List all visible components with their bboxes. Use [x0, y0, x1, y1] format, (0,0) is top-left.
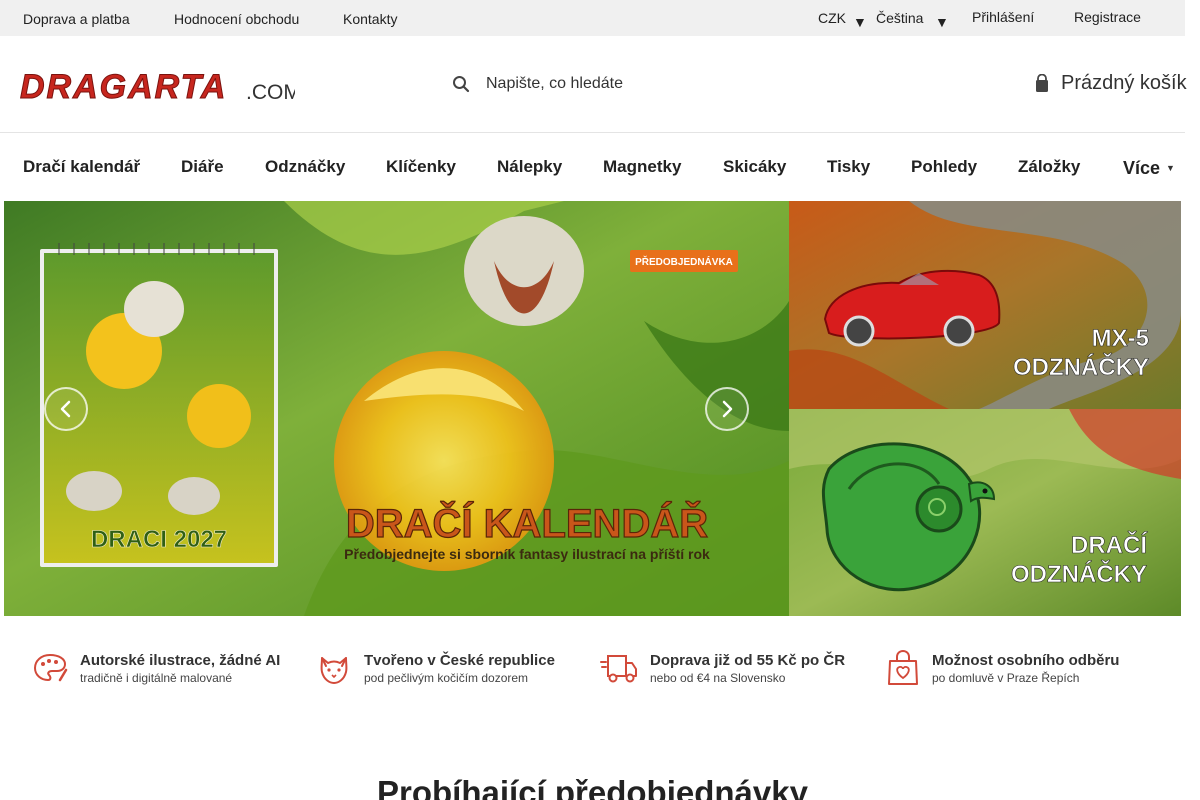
benefit-title: Doprava již od 55 Kč po ČR: [650, 651, 846, 669]
logo-text: DRAGARTA: [20, 68, 227, 106]
chevron-right-icon: [722, 400, 733, 418]
nav-item-diaries[interactable]: Diáře: [181, 157, 224, 177]
nav-item-stickers[interactable]: Nálepky: [497, 157, 562, 177]
slider-next-button[interactable]: [705, 387, 749, 431]
hero-banner-dragon-calendar[interactable]: DRACI 2027 PŘEDOBJEDNÁVKA DRAČÍ KALENDÁŘ…: [4, 201, 789, 616]
hero-title: DRAČÍ KALENDÁŘ: [346, 500, 708, 546]
benefit-title: Tvořeno v České republice: [364, 651, 555, 669]
preorder-badge-text: PŘEDOBJEDNÁVKA: [635, 255, 733, 268]
login-link[interactable]: Přihlášení: [972, 9, 1034, 25]
cart-icon: [1036, 73, 1048, 92]
topbar-link-shop-reviews[interactable]: Hodnocení obchodu: [174, 11, 299, 27]
nav-more-chevron-down-icon[interactable]: ▼: [1166, 163, 1175, 173]
benefit-title: Autorské ilustrace, žádné AI: [80, 651, 281, 669]
language-selector[interactable]: Čeština: [876, 10, 923, 26]
top-bar: Doprava a platba Hodnocení obchodu Konta…: [0, 0, 1185, 36]
banner-dragon-pins[interactable]: DRAČÍ ODZNÁČKY: [789, 409, 1181, 616]
benefit-personal-pickup: Možnost osobního odběru po domluvě v Pra…: [886, 648, 1119, 688]
benefit-shipping: Doprava již od 55 Kč po ČR nebo od €4 na…: [600, 648, 845, 688]
slider-prev-button[interactable]: [44, 387, 88, 431]
nav-item-dragon-calendar[interactable]: Dračí kalendář: [23, 157, 140, 177]
nav-item-keychains[interactable]: Klíčenky: [386, 157, 456, 177]
cart-button[interactable]: Prázdný košík: [1035, 72, 1187, 95]
banner-mx5-pins[interactable]: MX-5 ODZNÁČKY: [789, 201, 1181, 409]
language-chevron-down-icon[interactable]: ▼: [935, 14, 949, 30]
benefit-subtitle: po domluvě v Praze Řepích: [932, 670, 1080, 685]
nav-item-prints[interactable]: Tisky: [827, 157, 870, 177]
search-icon[interactable]: [452, 75, 470, 93]
mx5-line2: ODZNÁČKY: [1013, 353, 1149, 381]
topbar-link-contacts[interactable]: Kontakty: [343, 11, 397, 27]
cat-icon: [320, 657, 348, 684]
header-divider: [0, 132, 1185, 133]
nav-item-sketchbooks[interactable]: Skicáky: [723, 157, 786, 177]
nav-item-bookmarks[interactable]: Záložky: [1018, 157, 1080, 177]
site-logo[interactable]: DRAGARTA .COM: [20, 66, 301, 107]
benefit-made-in-cz: Tvořeno v České republice pod pečlivým k…: [316, 648, 555, 688]
benefit-subtitle: pod pečlivým kočičím dozorem: [364, 670, 529, 685]
benefit-subtitle: tradičně i digitálně malované: [80, 670, 233, 685]
currency-chevron-down-icon[interactable]: ▼: [853, 14, 867, 30]
nav-item-postcards[interactable]: Pohledy: [911, 157, 977, 177]
nav-item-magnets[interactable]: Magnetky: [603, 157, 681, 177]
benefit-title: Možnost osobního odběru: [932, 651, 1120, 669]
palette-icon: [33, 653, 68, 682]
mx5-line1: MX-5: [1092, 325, 1149, 352]
hero-subtitle: Předobjednejte si sborník fantasy ilustr…: [344, 546, 710, 562]
search-bar[interactable]: [452, 70, 786, 98]
dragon-pins-line2: ODZNÁČKY: [1011, 560, 1147, 588]
benefit-subtitle: nebo od €4 na Slovensko: [650, 670, 786, 685]
shopping-bag-heart-icon: [888, 649, 918, 685]
dragon-pins-line1: DRAČÍ: [1071, 531, 1148, 559]
calendar-title: DRACI 2027: [91, 526, 227, 553]
cart-label: Prázdný košík: [1061, 72, 1187, 94]
search-input[interactable]: [486, 75, 786, 93]
register-link[interactable]: Registrace: [1074, 9, 1141, 25]
chevron-left-icon: [60, 400, 71, 418]
nav-item-pins[interactable]: Odznáčky: [265, 157, 345, 177]
nav-item-more[interactable]: Více: [1123, 158, 1160, 179]
topbar-link-shipping-payment[interactable]: Doprava a platba: [23, 11, 130, 27]
delivery-truck-icon: [600, 655, 637, 683]
benefit-original-art: Autorské ilustrace, žádné AI tradičně i …: [32, 648, 280, 688]
currency-selector[interactable]: CZK: [818, 10, 846, 26]
section-title-preorders: Probíhající předobjednávky: [377, 774, 808, 800]
logo-suffix: .COM: [246, 81, 295, 104]
